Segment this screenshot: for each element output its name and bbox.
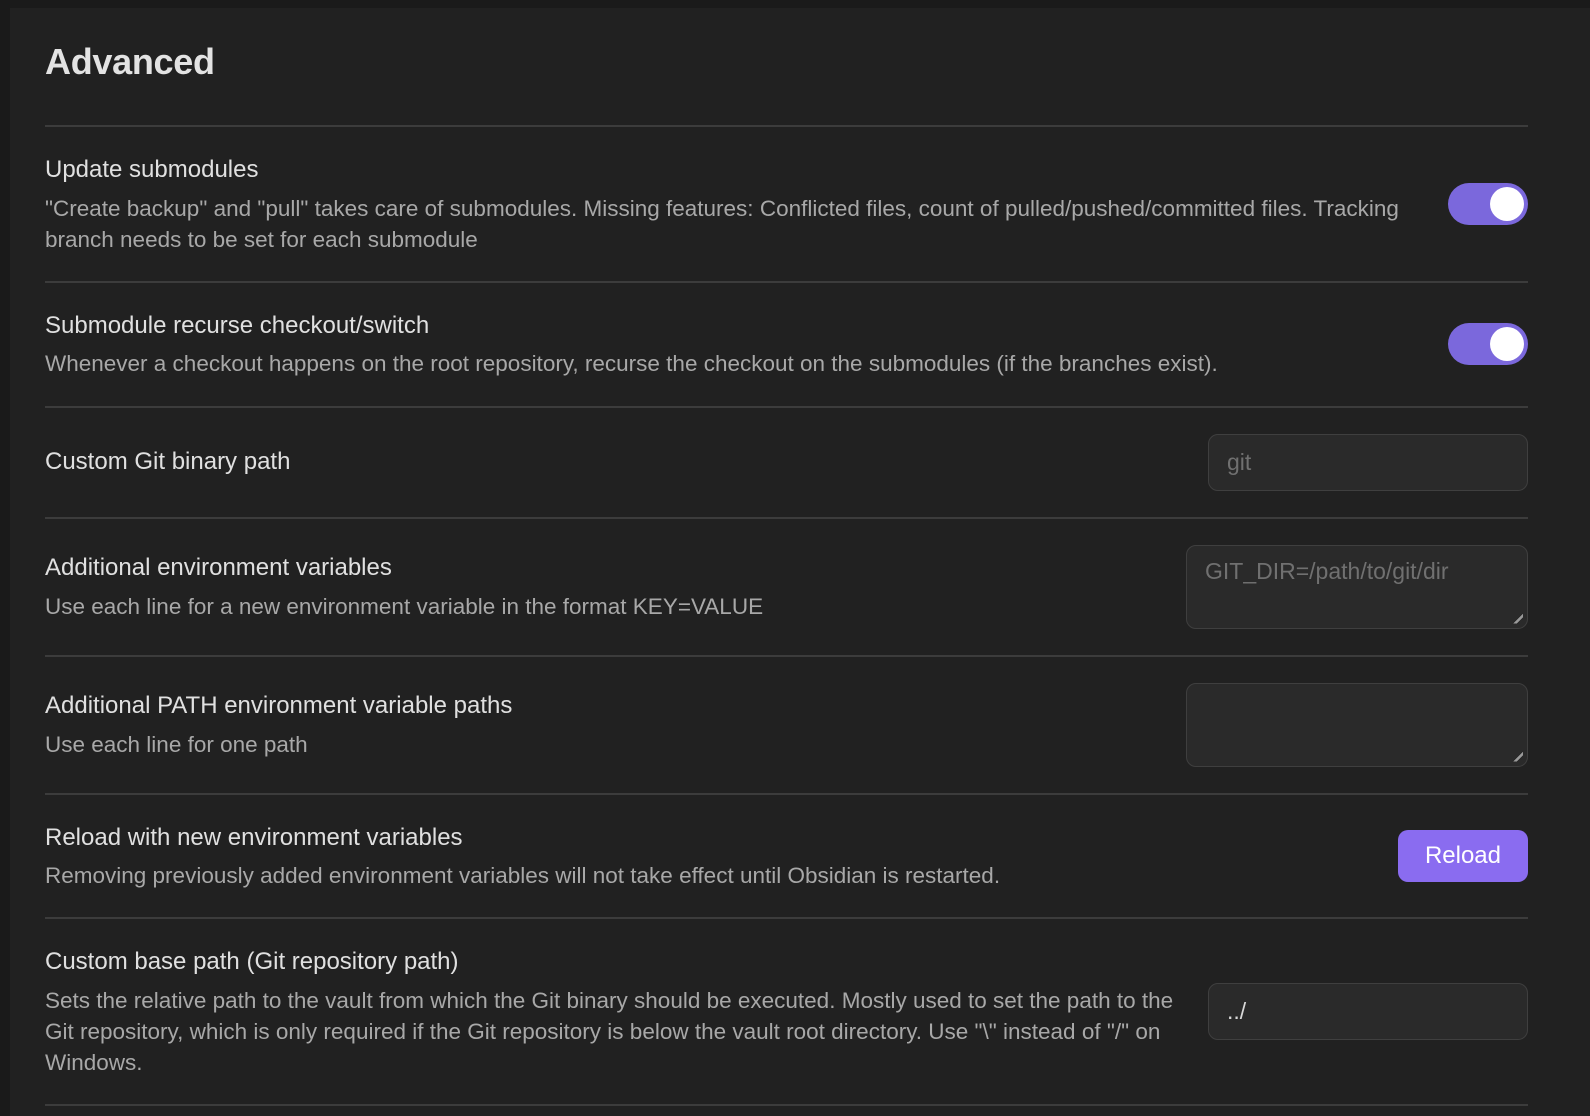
- page-title: Advanced: [45, 40, 1528, 83]
- setting-control: [1448, 183, 1528, 225]
- setting-control: [1448, 323, 1528, 365]
- setting-row: Update submodules "Create backup" and "pu…: [45, 125, 1528, 281]
- setting-info: Additional environment variables Use each…: [45, 551, 1162, 622]
- setting-control: Reload: [1398, 830, 1528, 882]
- setting-description: Whenever a checkout happens on the root …: [45, 348, 1424, 379]
- toggle-knob: [1490, 187, 1524, 221]
- textarea-wrap: [1186, 545, 1528, 629]
- setting-row: Reload with new environment variables Rem…: [45, 793, 1528, 918]
- setting-name: Additional environment variables: [45, 551, 1162, 585]
- setting-info: Custom Git binary path: [45, 445, 1184, 479]
- setting-description: Use each line for one path: [45, 729, 1162, 760]
- setting-info: Reload with new environment variables Rem…: [45, 821, 1374, 892]
- setting-name: Submodule recurse checkout/switch: [45, 309, 1424, 343]
- setting-info: Update submodules "Create backup" and "pu…: [45, 153, 1424, 255]
- setting-description: Sets the relative path to the vault from…: [45, 985, 1184, 1078]
- text-input[interactable]: [1208, 434, 1528, 491]
- toggle-knob: [1490, 327, 1524, 361]
- text-input[interactable]: [1208, 983, 1528, 1040]
- setting-control: [1208, 983, 1528, 1040]
- setting-control: [1208, 434, 1528, 491]
- setting-control: [1186, 545, 1528, 629]
- toggle[interactable]: [1448, 183, 1528, 225]
- textarea-input[interactable]: [1186, 545, 1528, 629]
- setting-control: [1186, 683, 1528, 767]
- setting-name: Custom base path (Git repository path): [45, 945, 1184, 979]
- reload-button[interactable]: Reload: [1398, 830, 1528, 882]
- toggle[interactable]: [1448, 323, 1528, 365]
- setting-name: Reload with new environment variables: [45, 821, 1374, 855]
- setting-info: Custom base path (Git repository path) Se…: [45, 945, 1184, 1078]
- textarea-input[interactable]: [1186, 683, 1528, 767]
- textarea-wrap: [1186, 683, 1528, 767]
- setting-row: Additional environment variables Use each…: [45, 517, 1528, 655]
- setting-row: Custom Git binary path: [45, 406, 1528, 517]
- setting-info: Additional PATH environment variable pat…: [45, 689, 1162, 760]
- setting-name: Additional PATH environment variable pat…: [45, 689, 1162, 723]
- setting-name: Custom Git binary path: [45, 445, 1184, 479]
- settings-pane: Advanced Update submodules "Create backup…: [0, 0, 1590, 1106]
- setting-name: Update submodules: [45, 153, 1424, 187]
- settings-list: Update submodules "Create backup" and "pu…: [45, 125, 1528, 1106]
- setting-row: Custom base path (Git repository path) Se…: [45, 917, 1528, 1106]
- setting-row: Additional PATH environment variable pat…: [45, 655, 1528, 793]
- setting-info: Submodule recurse checkout/switch Wheneve…: [45, 309, 1424, 380]
- setting-description: "Create backup" and "pull" takes care of…: [45, 193, 1424, 255]
- setting-row: Submodule recurse checkout/switch Wheneve…: [45, 281, 1528, 406]
- setting-description: Use each line for a new environment vari…: [45, 591, 1162, 622]
- setting-description: Removing previously added environment va…: [45, 860, 1374, 891]
